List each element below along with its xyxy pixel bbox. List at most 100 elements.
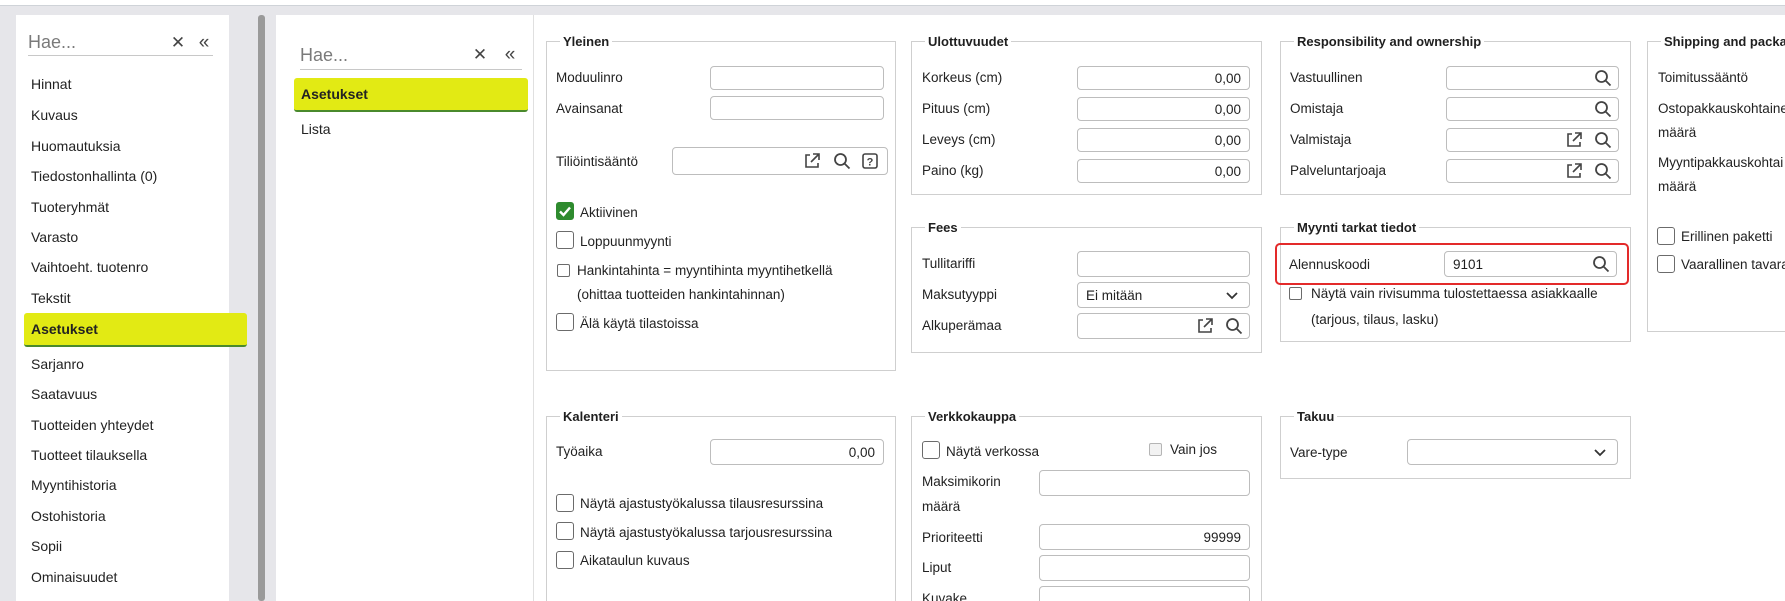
alennuskoodi-label: Alennuskoodi	[1289, 257, 1371, 272]
alennuskoodi-value: 9101	[1453, 256, 1484, 272]
nav-item-sopii[interactable]: Sopii	[31, 538, 62, 554]
left-nav-scrollbar[interactable]	[258, 15, 265, 601]
maksimikorin-label-line1: Maksimikorin	[922, 474, 1001, 489]
pituus-label: Pituus (cm)	[922, 101, 991, 116]
nav-item-kuvaus[interactable]: Kuvaus	[31, 107, 78, 123]
kalenteri-title: Kalenteri	[563, 409, 619, 424]
nav-item-hinnat[interactable]: Hinnat	[31, 76, 71, 92]
tarjousresurssina-checkbox[interactable]	[556, 522, 574, 540]
collapse-icon[interactable]: «	[500, 44, 520, 65]
nav-item-vaihtoeht-tuotenro[interactable]: Vaihtoeht. tuotenro	[31, 259, 148, 275]
vaarallinen-tavara-label: Vaarallinen tavara	[1681, 257, 1785, 272]
maksutyyppi-label: Maksutyyppi	[922, 287, 998, 302]
nav-item-asetukset[interactable]: Asetukset	[24, 313, 247, 347]
tilausresurssina-label: Näytä ajastustyökalussa tilausresurssina	[580, 496, 824, 511]
nav-item-tuotteet-tilauksella[interactable]: Tuotteet tilauksella	[31, 447, 147, 463]
aikataulun-kuvaus-label: Aikataulun kuvaus	[580, 553, 690, 568]
kuvake-label: Kuvake	[922, 591, 968, 601]
moduulinro-label: Moduulinro	[556, 70, 623, 85]
verkkokauppa-title: Verkkokauppa	[928, 409, 1017, 424]
kuvake-input[interactable]	[1039, 586, 1250, 601]
search-icon[interactable]	[833, 152, 851, 170]
nav-item-tiedostonhallinta[interactable]: Tiedostonhallinta (0)	[31, 168, 157, 184]
collapse-icon[interactable]: «	[194, 32, 214, 53]
nav-item-saatavuus[interactable]: Saatavuus	[31, 386, 97, 402]
ulottuvuudet-title: Ulottuvuudet	[928, 34, 1009, 49]
erillinen-paketti-checkbox[interactable]	[1657, 227, 1675, 245]
ala-kayta-label: Älä käytä tilastoissa	[580, 316, 699, 331]
paino-label: Paino (kg)	[922, 163, 984, 178]
nav-item-tekstit[interactable]: Tekstit	[31, 290, 71, 306]
rivisumma-label-line2: (tarjous, tilaus, lasku)	[1311, 312, 1439, 327]
open-external-icon[interactable]	[1565, 131, 1583, 149]
nayta-verkossa-checkbox[interactable]	[922, 441, 940, 459]
nav-item-huomautuksia[interactable]: Huomautuksia	[31, 138, 121, 154]
aktiivinen-checkbox[interactable]	[556, 202, 574, 220]
tiliointisaanto-label: Tiliöintisääntö	[556, 154, 639, 169]
nav-item-myyntihistoria[interactable]: Myyntihistoria	[31, 477, 117, 493]
prioriteetti-input[interactable]: 99999	[1039, 524, 1250, 550]
rivisumma-checkbox[interactable]	[1289, 287, 1302, 300]
responsibility-title: Responsibility and ownership	[1297, 34, 1482, 49]
paino-input[interactable]: 0,00	[1077, 159, 1250, 183]
sub-nav-divider	[533, 15, 534, 601]
aikataulun-kuvaus-checkbox[interactable]	[556, 551, 574, 569]
myyntipakkaus-label-line1: Myyntipakkauskohtai	[1658, 155, 1784, 170]
omistaja-label: Omistaja	[1290, 101, 1344, 116]
aktiivinen-label: Aktiivinen	[580, 205, 638, 220]
open-external-icon[interactable]	[1565, 162, 1583, 180]
ala-kayta-checkbox[interactable]	[556, 313, 574, 331]
nav-item-ostohistoria[interactable]: Ostohistoria	[31, 508, 106, 524]
open-external-icon[interactable]	[1196, 317, 1214, 335]
maksimikorin-input[interactable]	[1039, 470, 1250, 496]
liput-input[interactable]	[1039, 555, 1250, 581]
nav-item-varasto[interactable]: Varasto	[31, 229, 78, 245]
myyntipakkaus-label-line2: määrä	[1658, 179, 1697, 194]
tullitariffi-input[interactable]	[1077, 251, 1250, 277]
alkuperamaa-label: Alkuperämaa	[922, 318, 1002, 333]
search-icon[interactable]	[1594, 131, 1612, 149]
close-icon[interactable]: ✕	[471, 45, 489, 64]
vastuullinen-label: Vastuullinen	[1290, 70, 1363, 85]
sub-nav-item-asetukset[interactable]: Asetukset	[294, 78, 528, 112]
moduulinro-input[interactable]	[710, 66, 884, 90]
chevron-down-icon[interactable]	[1591, 443, 1609, 461]
nav-item-tuoteryhmat[interactable]: Tuoteryhmät	[31, 199, 109, 215]
ostopakkaus-label-line1: Ostopakkauskohtaine	[1658, 101, 1785, 116]
tyoaika-label: Työaika	[556, 444, 603, 459]
fees-title: Fees	[928, 220, 958, 235]
sub-nav-item-lista[interactable]: Lista	[301, 121, 331, 137]
avainsanat-input[interactable]	[710, 96, 884, 120]
palveluntarjoaja-label: Palveluntarjoaja	[1290, 163, 1387, 178]
search-icon[interactable]	[1225, 317, 1243, 335]
leveys-input[interactable]: 0,00	[1077, 128, 1250, 152]
hankintahinta-label-line1: Hankintahinta = myyntihinta myyntihetkel…	[577, 263, 833, 278]
pituus-input[interactable]: 0,00	[1077, 97, 1250, 121]
shipping-title: Shipping and packa	[1664, 34, 1785, 49]
loppuunmyynti-checkbox[interactable]	[556, 231, 574, 249]
tyoaika-input[interactable]: 0,00	[710, 439, 884, 465]
tiliointisaanto-input[interactable]	[672, 147, 888, 175]
chevron-down-icon[interactable]	[1223, 286, 1241, 304]
korkeus-label: Korkeus (cm)	[922, 70, 1003, 85]
tarjousresurssina-label: Näytä ajastustyökalussa tarjousresurssin…	[580, 525, 833, 540]
vare-type-select[interactable]	[1407, 439, 1618, 465]
nav-item-tuotteiden-yhteydet[interactable]: Tuotteiden yhteydet	[31, 417, 153, 433]
help-icon[interactable]: ?	[861, 152, 879, 170]
vain-jos-checkbox[interactable]	[1149, 443, 1162, 456]
ostopakkaus-label-line2: määrä	[1658, 125, 1697, 140]
nav-item-sarjanro[interactable]: Sarjanro	[31, 356, 84, 372]
vaarallinen-tavara-checkbox[interactable]	[1657, 255, 1675, 273]
close-icon[interactable]: ✕	[169, 33, 187, 52]
search-icon[interactable]	[1594, 100, 1612, 118]
open-external-icon[interactable]	[803, 152, 821, 170]
search-icon[interactable]	[1592, 255, 1610, 273]
tullitariffi-label: Tullitariffi	[922, 256, 976, 271]
liput-label: Liput	[922, 560, 952, 575]
tilausresurssina-checkbox[interactable]	[556, 494, 574, 512]
hankintahinta-checkbox[interactable]	[557, 264, 570, 277]
search-icon[interactable]	[1594, 69, 1612, 87]
korkeus-input[interactable]: 0,00	[1077, 66, 1250, 90]
search-icon[interactable]	[1594, 162, 1612, 180]
nav-item-ominaisuudet[interactable]: Ominaisuudet	[31, 569, 117, 585]
